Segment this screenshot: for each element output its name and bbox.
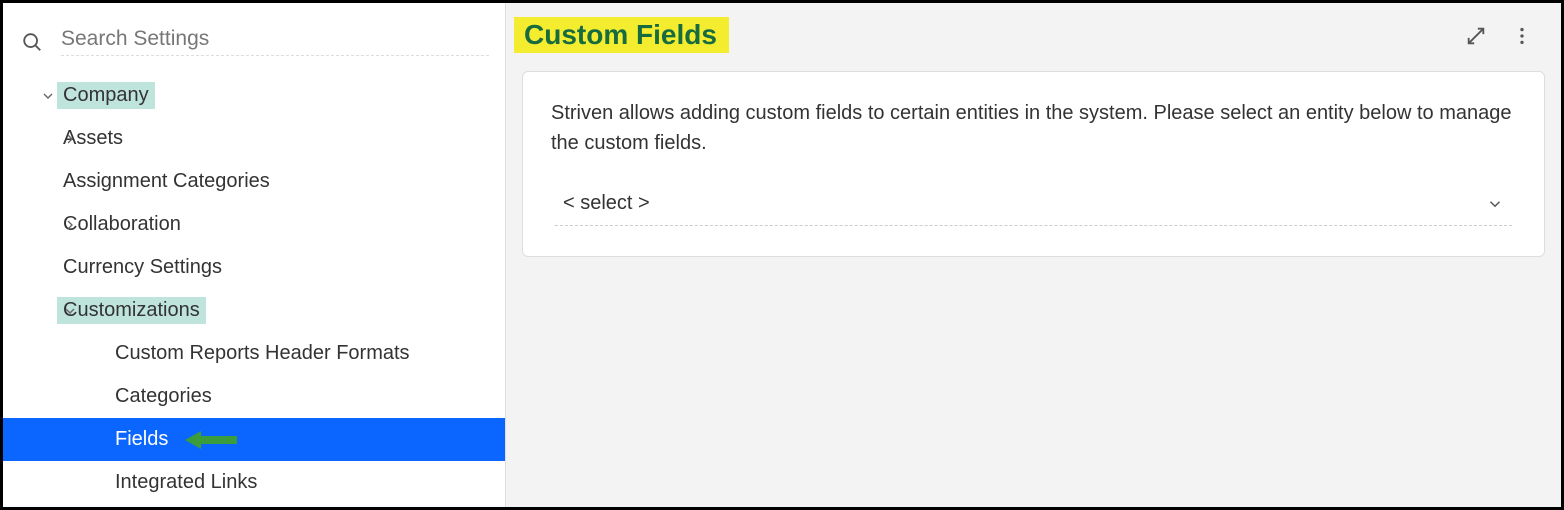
tree-item-categories[interactable]: Categories <box>3 375 505 418</box>
chevron-down-icon <box>1486 195 1504 213</box>
tree-item-label: Categories <box>115 385 212 408</box>
tree-item-label: Custom Reports Header Formats <box>115 342 410 365</box>
chevron-right-icon[interactable] <box>61 130 79 148</box>
chevron-placeholder <box>91 474 109 492</box>
tree-item-currency-settings[interactable]: Currency Settings <box>3 246 505 289</box>
search-row <box>3 3 505 74</box>
tree-item-fields[interactable]: Fields <box>3 418 505 461</box>
tree-item-collaboration[interactable]: Collaboration <box>3 203 505 246</box>
search-icon <box>21 31 43 53</box>
tree-item-label: Integrated Links <box>115 471 257 494</box>
tree-item-custom-reports-header-formats[interactable]: Custom Reports Header Formats <box>3 332 505 375</box>
chevron-placeholder <box>91 388 109 406</box>
intro-text: Striven allows adding custom fields to c… <box>551 98 1516 158</box>
header-actions <box>1465 25 1533 47</box>
tree-item-label: Collaboration <box>63 213 181 236</box>
chevron-placeholder <box>91 345 109 363</box>
chevron-down-icon[interactable] <box>39 87 57 105</box>
more-icon[interactable] <box>1511 25 1533 47</box>
tree-item-label: Assignment Categories <box>63 170 270 193</box>
main-header: Custom Fields <box>506 3 1561 63</box>
chevron-placeholder <box>61 259 79 277</box>
chevron-down-icon[interactable] <box>61 302 79 320</box>
tree-item-label: Fields <box>115 428 168 451</box>
tree-item-label: Customizations <box>57 297 206 324</box>
main-content: Custom Fields Striven allows adding cust… <box>505 3 1561 507</box>
chevron-placeholder <box>61 173 79 191</box>
tree-item-customizations[interactable]: Customizations <box>3 289 505 332</box>
content-card: Striven allows adding custom fields to c… <box>522 71 1545 257</box>
tree-item-company[interactable]: Company <box>3 74 505 117</box>
tree-item-assignment-categories[interactable]: Assignment Categories <box>3 160 505 203</box>
tree-item-assets[interactable]: Assets <box>3 117 505 160</box>
chevron-right-icon[interactable] <box>61 216 79 234</box>
entity-select-label: < select > <box>563 192 650 215</box>
tree-item-integrated-links[interactable]: Integrated Links <box>3 461 505 504</box>
tree-item-label: Currency Settings <box>63 256 222 279</box>
chevron-placeholder <box>91 431 109 449</box>
entity-select[interactable]: < select > <box>555 186 1512 226</box>
settings-tree[interactable]: Company Assets Assignment Categories Collab… <box>3 74 505 507</box>
page-title: Custom Fields <box>514 17 729 53</box>
search-input[interactable] <box>61 27 489 56</box>
settings-sidebar: Company Assets Assignment Categories Collab… <box>3 3 505 507</box>
tree-item-label: Company <box>57 82 155 109</box>
arrow-left-icon <box>185 429 237 451</box>
expand-icon[interactable] <box>1465 25 1487 47</box>
